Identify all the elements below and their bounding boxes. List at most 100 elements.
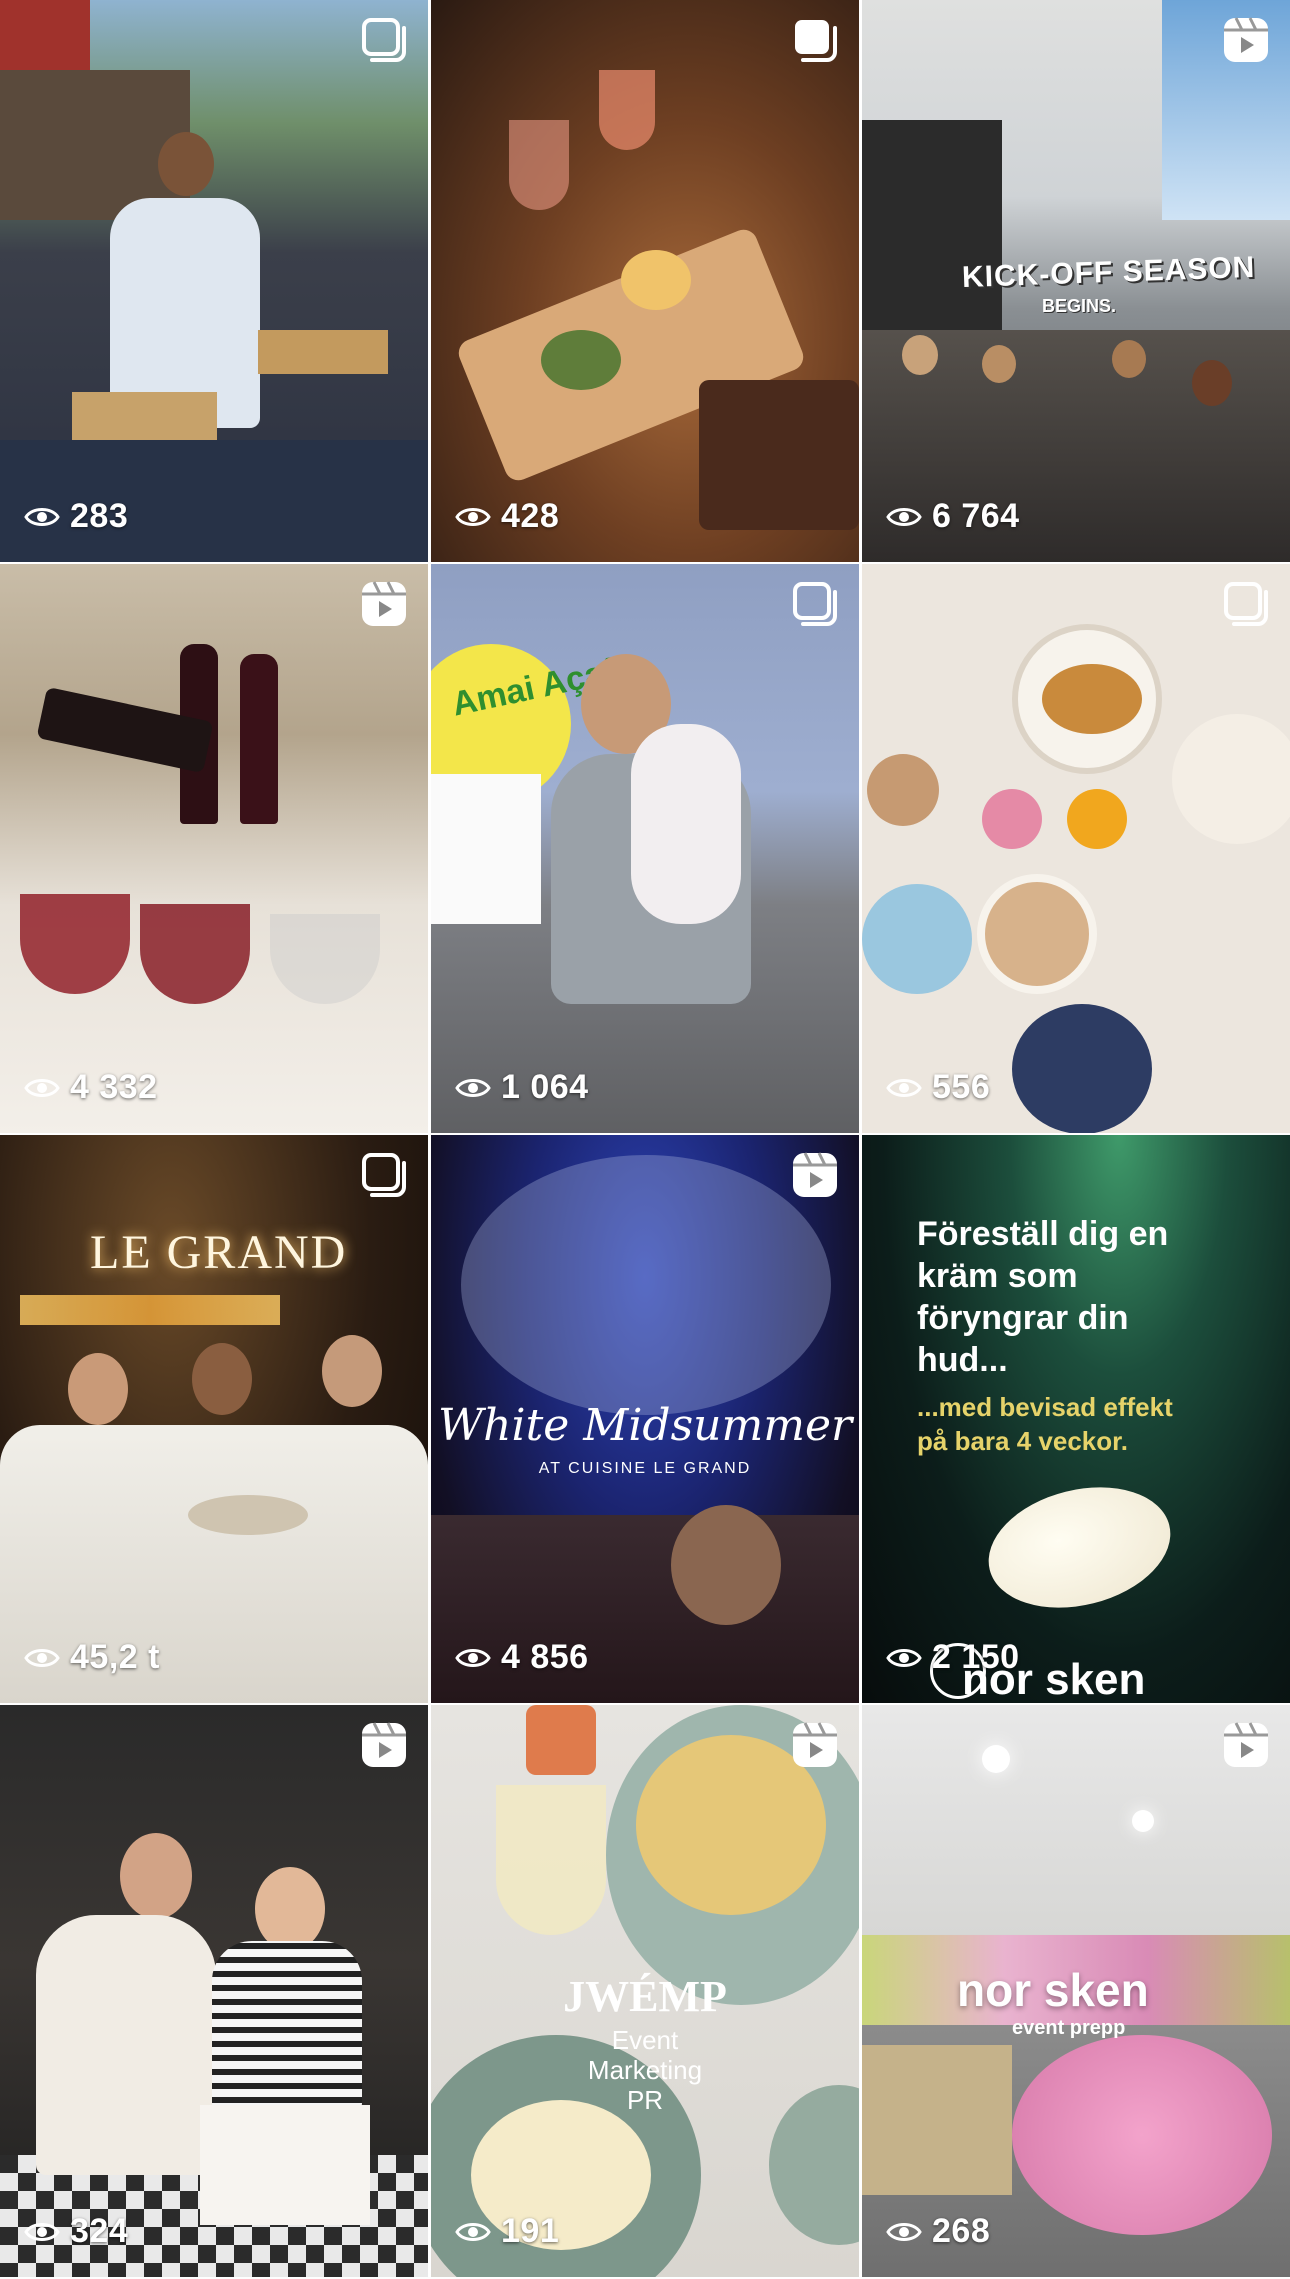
building-sign xyxy=(862,120,1002,340)
plate xyxy=(1012,1004,1152,1133)
view-count-badge: 1 064 xyxy=(455,1068,589,1107)
reel-icon xyxy=(1220,14,1272,66)
view-count: 556 xyxy=(932,1068,991,1106)
person-head xyxy=(68,1353,128,1425)
post-tile[interactable]: LE GRAND 45,2 t xyxy=(0,1135,428,1703)
plate xyxy=(1172,714,1290,844)
wine-glass xyxy=(496,1785,606,1935)
eye-icon xyxy=(886,2218,922,2246)
child xyxy=(631,724,741,924)
juice-bottle xyxy=(526,1705,596,1775)
overlay-subtitle: AT CUISINE LE GRAND xyxy=(538,1460,752,1477)
wine-glass xyxy=(599,70,655,150)
skirt xyxy=(200,2105,370,2225)
view-count-badge: 324 xyxy=(24,2212,128,2251)
food-tray xyxy=(258,330,388,374)
orange-juice xyxy=(1067,789,1127,849)
feather-fan xyxy=(461,1155,831,1415)
post-tile[interactable]: 556 xyxy=(862,564,1290,1133)
view-count-badge: 4 856 xyxy=(455,1638,589,1677)
view-count-badge: 428 xyxy=(455,497,559,536)
carousel-icon xyxy=(358,14,410,66)
eye-icon xyxy=(886,503,922,531)
building-shape xyxy=(0,0,90,80)
eye-icon xyxy=(24,1074,60,1102)
overlay-title: White Midsummer xyxy=(437,1400,853,1451)
carousel-icon xyxy=(358,1149,410,1201)
post-tile[interactable]: KICK-OFF SEASON BEGINS. 6 764 xyxy=(862,0,1290,562)
person-head xyxy=(192,1343,252,1415)
view-count: 1 064 xyxy=(501,1068,589,1106)
eye-icon xyxy=(24,1644,60,1672)
ad-tagline: ...med bevisad effekt på bara 4 veckor. xyxy=(917,1392,1173,1456)
reel-icon xyxy=(789,1149,841,1201)
view-count: 2 150 xyxy=(932,1638,1020,1676)
food-item xyxy=(541,330,621,390)
person-head xyxy=(1192,360,1232,406)
ceiling-light xyxy=(982,1745,1010,1773)
food-box xyxy=(699,380,859,530)
food-item xyxy=(621,250,691,310)
eye-icon xyxy=(455,2218,491,2246)
person-head xyxy=(322,1335,382,1407)
person-head xyxy=(902,335,938,375)
view-count: 4 856 xyxy=(501,1638,589,1676)
person-shirt xyxy=(36,1915,216,2175)
reel-icon xyxy=(358,1719,410,1771)
view-count: 283 xyxy=(70,497,129,535)
wine-glass xyxy=(509,120,569,210)
person-head xyxy=(120,1833,192,1919)
bar-lights xyxy=(20,1295,280,1325)
carousel-icon xyxy=(789,578,841,630)
view-count-badge: 556 xyxy=(886,1068,990,1107)
post-tile[interactable]: 324 xyxy=(0,1705,428,2277)
coffee-cup xyxy=(977,874,1097,994)
eye-icon xyxy=(455,503,491,531)
view-count-badge: 45,2 t xyxy=(24,1638,160,1677)
overlay-subtitle: Event Marketing PR xyxy=(587,2025,703,2115)
ceiling-light xyxy=(1132,1810,1154,1832)
view-count: 45,2 t xyxy=(70,1638,160,1676)
view-count-badge: 4 332 xyxy=(24,1068,158,1107)
view-count: 6 764 xyxy=(932,497,1020,535)
serving-plate xyxy=(188,1495,308,1535)
person-head xyxy=(982,345,1016,383)
person-head xyxy=(1112,340,1146,378)
reel-icon xyxy=(789,1719,841,1771)
ad-headline: Föreställ dig en kräm som föryngrar din … xyxy=(917,1215,1169,1379)
post-tile[interactable]: JWÉMP Event Marketing PR 191 xyxy=(431,1705,859,2277)
striped-top xyxy=(212,1941,362,2111)
overlay-subtitle: event prepp xyxy=(1012,2017,1126,2039)
croissant xyxy=(1042,664,1142,734)
post-tile[interactable]: Föreställ dig en kräm som föryngrar din … xyxy=(862,1135,1290,1703)
eye-icon xyxy=(24,2218,60,2246)
reel-icon xyxy=(1220,1719,1272,1771)
view-count-badge: 6 764 xyxy=(886,497,1020,536)
post-tile[interactable]: 283 xyxy=(0,0,428,562)
posts-grid: 283 428 KICK-OFF SEASON BEGINS. 6 764 4 … xyxy=(0,0,1290,2279)
overlay-subtitle: BEGINS. xyxy=(1042,296,1117,316)
person-head xyxy=(158,132,214,196)
overlay-sign: LE GRAND xyxy=(90,1226,348,1279)
eye-icon xyxy=(455,1074,491,1102)
menu-board xyxy=(431,774,541,924)
coffee-cup xyxy=(867,754,939,826)
view-count-badge: 268 xyxy=(886,2212,990,2251)
person-head xyxy=(671,1505,781,1625)
view-count-badge: 283 xyxy=(24,497,128,536)
eye-icon xyxy=(24,503,60,531)
view-count: 191 xyxy=(501,2212,560,2250)
reel-icon xyxy=(358,578,410,630)
overlay-title: JWÉMP xyxy=(563,1972,727,2021)
view-count: 4 332 xyxy=(70,1068,158,1106)
hydrangeas xyxy=(1012,2035,1272,2235)
flower-crates xyxy=(862,2045,1012,2195)
post-tile[interactable]: 428 xyxy=(431,0,859,562)
post-tile[interactable]: 4 332 xyxy=(0,564,428,1133)
post-tile[interactable]: nor sken event prepp 268 xyxy=(862,1705,1290,2277)
post-tile[interactable]: Amai Açaí 1 064 xyxy=(431,564,859,1133)
post-tile[interactable]: White Midsummer AT CUISINE LE GRAND 4 85… xyxy=(431,1135,859,1703)
eye-icon xyxy=(455,1644,491,1672)
view-count: 324 xyxy=(70,2212,129,2250)
eye-icon xyxy=(886,1644,922,1672)
